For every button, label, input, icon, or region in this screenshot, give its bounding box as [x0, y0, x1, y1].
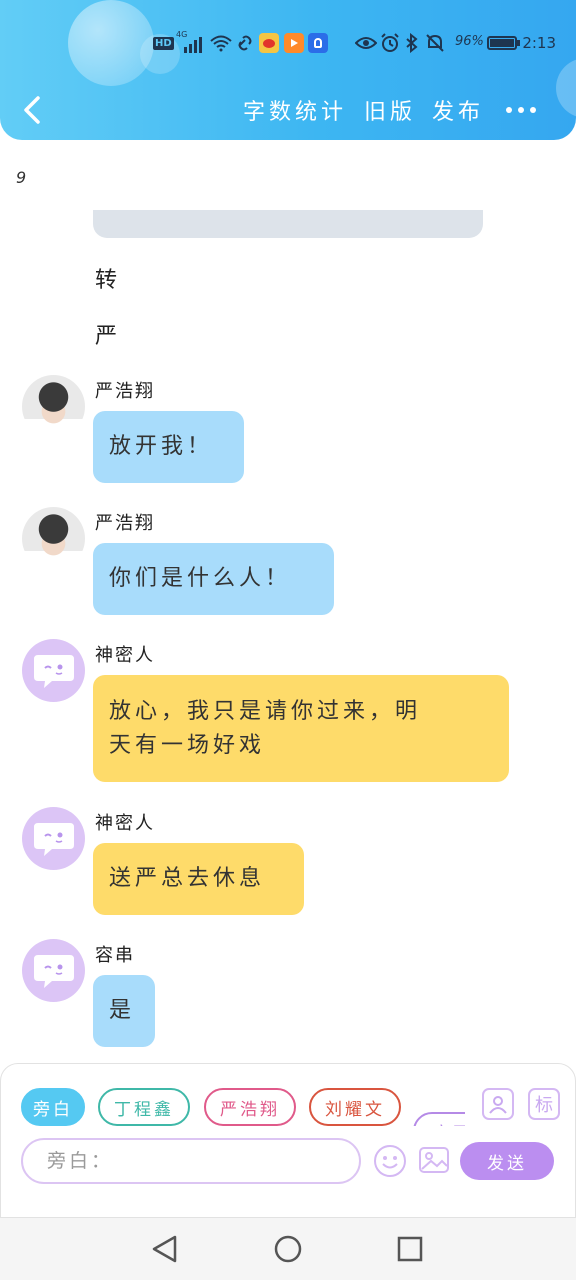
clock: 2:13: [522, 34, 556, 52]
word-count-button[interactable]: 字数统计: [243, 94, 347, 126]
chevron-left-icon: [24, 96, 40, 124]
video-app-icon: [284, 28, 304, 58]
message-text: 送严总去休息: [109, 866, 266, 891]
message-text-line: 天有一场好戏: [109, 732, 266, 758]
role-chip[interactable]: 刘耀文: [309, 1088, 401, 1126]
message-text: 是: [109, 998, 136, 1023]
nav-recents-button[interactable]: [393, 1232, 427, 1266]
battery-icon: [487, 28, 521, 58]
image-button[interactable]: [418, 1144, 450, 1176]
emoji-button[interactable]: [373, 1144, 407, 1178]
clipped-message-bubble: [93, 210, 483, 238]
photo-avatar[interactable]: [22, 507, 85, 570]
role-chip[interactable]: 宋亚: [413, 1112, 465, 1126]
role-chip-label: 刘耀文: [325, 1099, 385, 1120]
photo-avatar[interactable]: [22, 375, 85, 438]
sender-name: 神密人: [95, 813, 155, 834]
bluetooth-icon: [405, 28, 419, 58]
status-bar: HD 4G 96% 2:13: [0, 28, 576, 58]
role-chip[interactable]: 严浩翔: [204, 1088, 296, 1126]
mute-bell-icon: [425, 28, 445, 58]
role-chip-overflow: 宋亚: [413, 1088, 465, 1126]
toolbar: 字数统计 旧版 发布: [0, 88, 576, 132]
nav-back-button[interactable]: [148, 1232, 182, 1266]
more-dot: [518, 107, 524, 113]
image-icon: [419, 1147, 449, 1173]
message-text: 你们是什么人！: [109, 566, 292, 591]
more-button[interactable]: [506, 98, 540, 122]
circle-home-icon: [274, 1235, 302, 1263]
message-bubble[interactable]: 放心，我只是请你过来，明 天有一场好戏: [93, 675, 509, 782]
label-button-text: 标: [535, 1095, 553, 1116]
signal-icon: 4G: [176, 28, 202, 58]
chat-bubble-icon[interactable]: [22, 639, 85, 702]
role-chip[interactable]: 丁程鑫: [98, 1088, 190, 1126]
more-dot: [506, 107, 512, 113]
role-chip-label: 丁程鑫: [114, 1099, 174, 1120]
publish-button[interactable]: 发布: [432, 94, 484, 126]
nav-home-button[interactable]: [271, 1232, 305, 1266]
composer-panel: 旁白 丁程鑫 严浩翔 刘耀文 宋亚 标 发送: [0, 1063, 576, 1218]
role-chip-narrator[interactable]: 旁白: [21, 1088, 85, 1126]
role-chip-label: 宋亚: [433, 1119, 465, 1127]
send-button[interactable]: 发送: [460, 1142, 554, 1180]
old-version-button[interactable]: 旧版: [364, 94, 416, 126]
hd-badge: HD: [153, 36, 174, 50]
triangle-back-icon: [152, 1235, 177, 1263]
wifi-icon: [210, 28, 232, 58]
message-text: 放开我！: [109, 434, 214, 459]
back-button[interactable]: [16, 92, 52, 128]
sender-name: 神密人: [95, 645, 155, 666]
chat-bubble-icon[interactable]: [22, 807, 85, 870]
battery-percent: 96%: [455, 34, 484, 49]
narration-line: 严: [95, 324, 118, 349]
page-number: 9: [16, 168, 27, 187]
message-bubble[interactable]: 放开我！: [93, 411, 244, 483]
sender-name: 严浩翔: [95, 381, 155, 402]
message-text-line: 放心，我只是请你过来，明: [109, 698, 422, 724]
system-nav-bar: [0, 1218, 576, 1280]
square-recents-icon: [397, 1236, 423, 1262]
message-bubble[interactable]: 是: [93, 975, 155, 1047]
eye-icon: [355, 28, 377, 58]
alarm-icon: [380, 28, 400, 58]
message-input[interactable]: [21, 1138, 361, 1184]
sender-name: 容串: [95, 945, 135, 966]
more-dot: [530, 107, 536, 113]
narration-line: 转: [95, 268, 118, 293]
role-chip-label: 旁白: [33, 1099, 73, 1120]
message-bubble[interactable]: 送严总去休息: [93, 843, 304, 915]
smiley-icon: [374, 1145, 406, 1177]
label-button[interactable]: 标: [528, 1088, 560, 1120]
link-icon: [236, 28, 254, 58]
weibo-icon: [259, 28, 279, 58]
chat-area[interactable]: 9 转 严 严浩翔 放开我！ 严浩翔 你们是什么人！ 神密人 放心，我只是请你过…: [0, 140, 576, 1065]
sender-name: 严浩翔: [95, 513, 155, 534]
app-header: HD 4G 96% 2:13 字数统计 旧版 发布: [0, 0, 576, 140]
person-icon: [489, 1096, 507, 1114]
bulb-app-icon: [308, 28, 328, 58]
chat-bubble-icon[interactable]: [22, 939, 85, 1002]
character-manage-button[interactable]: [482, 1088, 514, 1120]
role-chip-label: 严浩翔: [220, 1099, 280, 1120]
message-bubble[interactable]: 你们是什么人！: [93, 543, 334, 615]
